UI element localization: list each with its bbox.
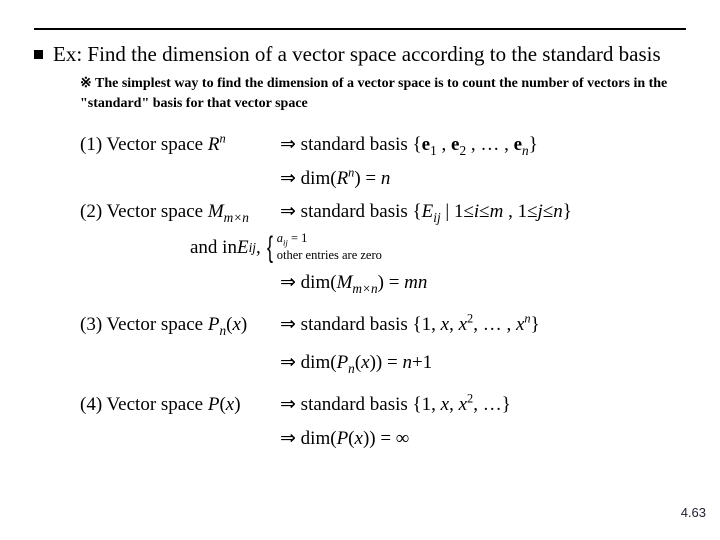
title-row: Ex: Find the dimension of a vector space… <box>34 40 686 68</box>
t: ⇒ standard basis { <box>280 201 422 222</box>
t: n <box>553 201 563 222</box>
t: (1) Vector space <box>80 134 208 155</box>
t: E <box>237 237 249 258</box>
t: 1 <box>430 142 437 157</box>
t: = 1 <box>288 231 308 245</box>
bullet-icon <box>34 50 43 59</box>
t: e <box>422 134 430 155</box>
t: ) <box>234 394 240 415</box>
item-1-label: (1) Vector space Rn <box>80 128 280 162</box>
t: P <box>337 428 349 449</box>
item-1-row1: (1) Vector space Rn ⇒ standard basis {e1… <box>80 128 686 162</box>
top-rule <box>34 28 686 30</box>
t: x <box>441 394 449 415</box>
note-text: The simplest way to find the dimension o… <box>80 76 667 111</box>
t: mn <box>404 272 427 293</box>
t: other entries are zero <box>277 248 382 262</box>
t: m×n <box>352 281 377 296</box>
t: , <box>449 314 459 335</box>
t: P <box>337 352 349 373</box>
t: (4) Vector space <box>80 394 208 415</box>
t: ) = <box>354 168 381 189</box>
t: ⇒ dim( <box>280 272 337 293</box>
t: P <box>208 394 220 415</box>
t: ij <box>433 210 440 225</box>
item-2-rhs1: ⇒ standard basis {Eij | 1≤i≤m , 1≤j≤n} <box>280 195 686 229</box>
t: x <box>459 314 467 335</box>
t: , …} <box>473 394 511 415</box>
note-prefix: ※ <box>80 76 92 91</box>
t: ⇒ dim( <box>280 168 337 189</box>
item-3-label: (3) Vector space Pn(x) <box>80 308 280 342</box>
item-4-row1: (4) Vector space P(x) ⇒ standard basis {… <box>80 388 686 421</box>
item-1-rhs1: ⇒ standard basis {e1 , e2 , … , en} <box>280 128 686 162</box>
t: } <box>531 314 540 335</box>
t: x <box>355 428 363 449</box>
brace-content: aij = 1 other entries are zero <box>277 231 382 264</box>
items: (1) Vector space Rn ⇒ standard basis {e1… <box>80 128 686 455</box>
t: R <box>208 134 220 155</box>
item-4-label: (4) Vector space P(x) <box>80 388 280 421</box>
t: and in <box>190 231 237 264</box>
t: } <box>529 134 538 155</box>
t: M <box>337 272 353 293</box>
t: M <box>208 201 224 222</box>
t: )) = ∞ <box>363 428 409 449</box>
t: , <box>437 134 451 155</box>
t: , … , <box>473 314 516 335</box>
t: ≤ <box>479 201 489 222</box>
item-2-label: (2) Vector space Mm×n <box>80 195 280 229</box>
t: n <box>381 168 391 189</box>
item-4-rhs2: ⇒ dim(P(x)) = ∞ <box>280 422 686 455</box>
t: ) <box>241 314 247 335</box>
item-1-rhs2: ⇒ dim(Rn) = n <box>280 162 686 195</box>
t: , 1≤ <box>503 201 537 222</box>
t: x <box>441 314 449 335</box>
t: ⇒ dim( <box>280 352 337 373</box>
t: x <box>226 394 234 415</box>
t: x <box>459 394 467 415</box>
t: n <box>348 361 355 376</box>
item-3-row1: (3) Vector space Pn(x) ⇒ standard basis … <box>80 308 686 342</box>
t: | 1≤ <box>441 201 474 222</box>
t: ⇒ dim( <box>280 428 337 449</box>
t: } <box>563 201 572 222</box>
t: ⇒ standard basis <box>280 134 413 155</box>
item-4-rhs1: ⇒ standard basis {1, x, x2, …} <box>280 388 686 421</box>
item-2-eij: and in Eij , { aij = 1 other entries are… <box>190 231 686 264</box>
t: x <box>232 314 240 335</box>
t: (3) Vector space <box>80 314 208 335</box>
t: m <box>490 201 504 222</box>
slide-body: Ex: Find the dimension of a vector space… <box>0 0 720 465</box>
t: R <box>337 168 349 189</box>
t: (2) Vector space <box>80 201 208 222</box>
item-2-row1: (2) Vector space Mm×n ⇒ standard basis {… <box>80 195 686 229</box>
item-2-rhs2: ⇒ dim(Mm×n) = mn <box>280 266 686 300</box>
t: ) = <box>378 272 405 293</box>
t: +1 <box>412 352 432 373</box>
t: , <box>449 394 459 415</box>
t: e <box>514 134 522 155</box>
t: ij <box>249 240 256 255</box>
t: ≤ <box>543 201 553 222</box>
t: , … , <box>466 134 514 155</box>
t: m×n <box>224 210 249 225</box>
left-brace-icon: { <box>267 234 273 261</box>
item-3-rhs1: ⇒ standard basis {1, x, x2, … , xn} <box>280 308 686 342</box>
title-text: Ex: Find the dimension of a vector space… <box>53 40 661 68</box>
t: , <box>256 231 261 264</box>
t: ⇒ standard basis {1, <box>280 394 441 415</box>
t: ⇒ standard basis {1, <box>280 314 441 335</box>
t: n <box>522 142 529 157</box>
t: n <box>219 131 225 145</box>
page-number: 4.63 <box>681 505 706 520</box>
item-3-rhs2: ⇒ dim(Pn(x)) = n+1 <box>280 346 686 380</box>
note-row: ※ The simplest way to find the dimension… <box>80 74 686 113</box>
t: )) = <box>370 352 403 373</box>
t: n <box>402 352 412 373</box>
t: E <box>422 201 434 222</box>
t: x <box>361 352 369 373</box>
t: P <box>208 314 220 335</box>
t: { <box>413 134 422 155</box>
